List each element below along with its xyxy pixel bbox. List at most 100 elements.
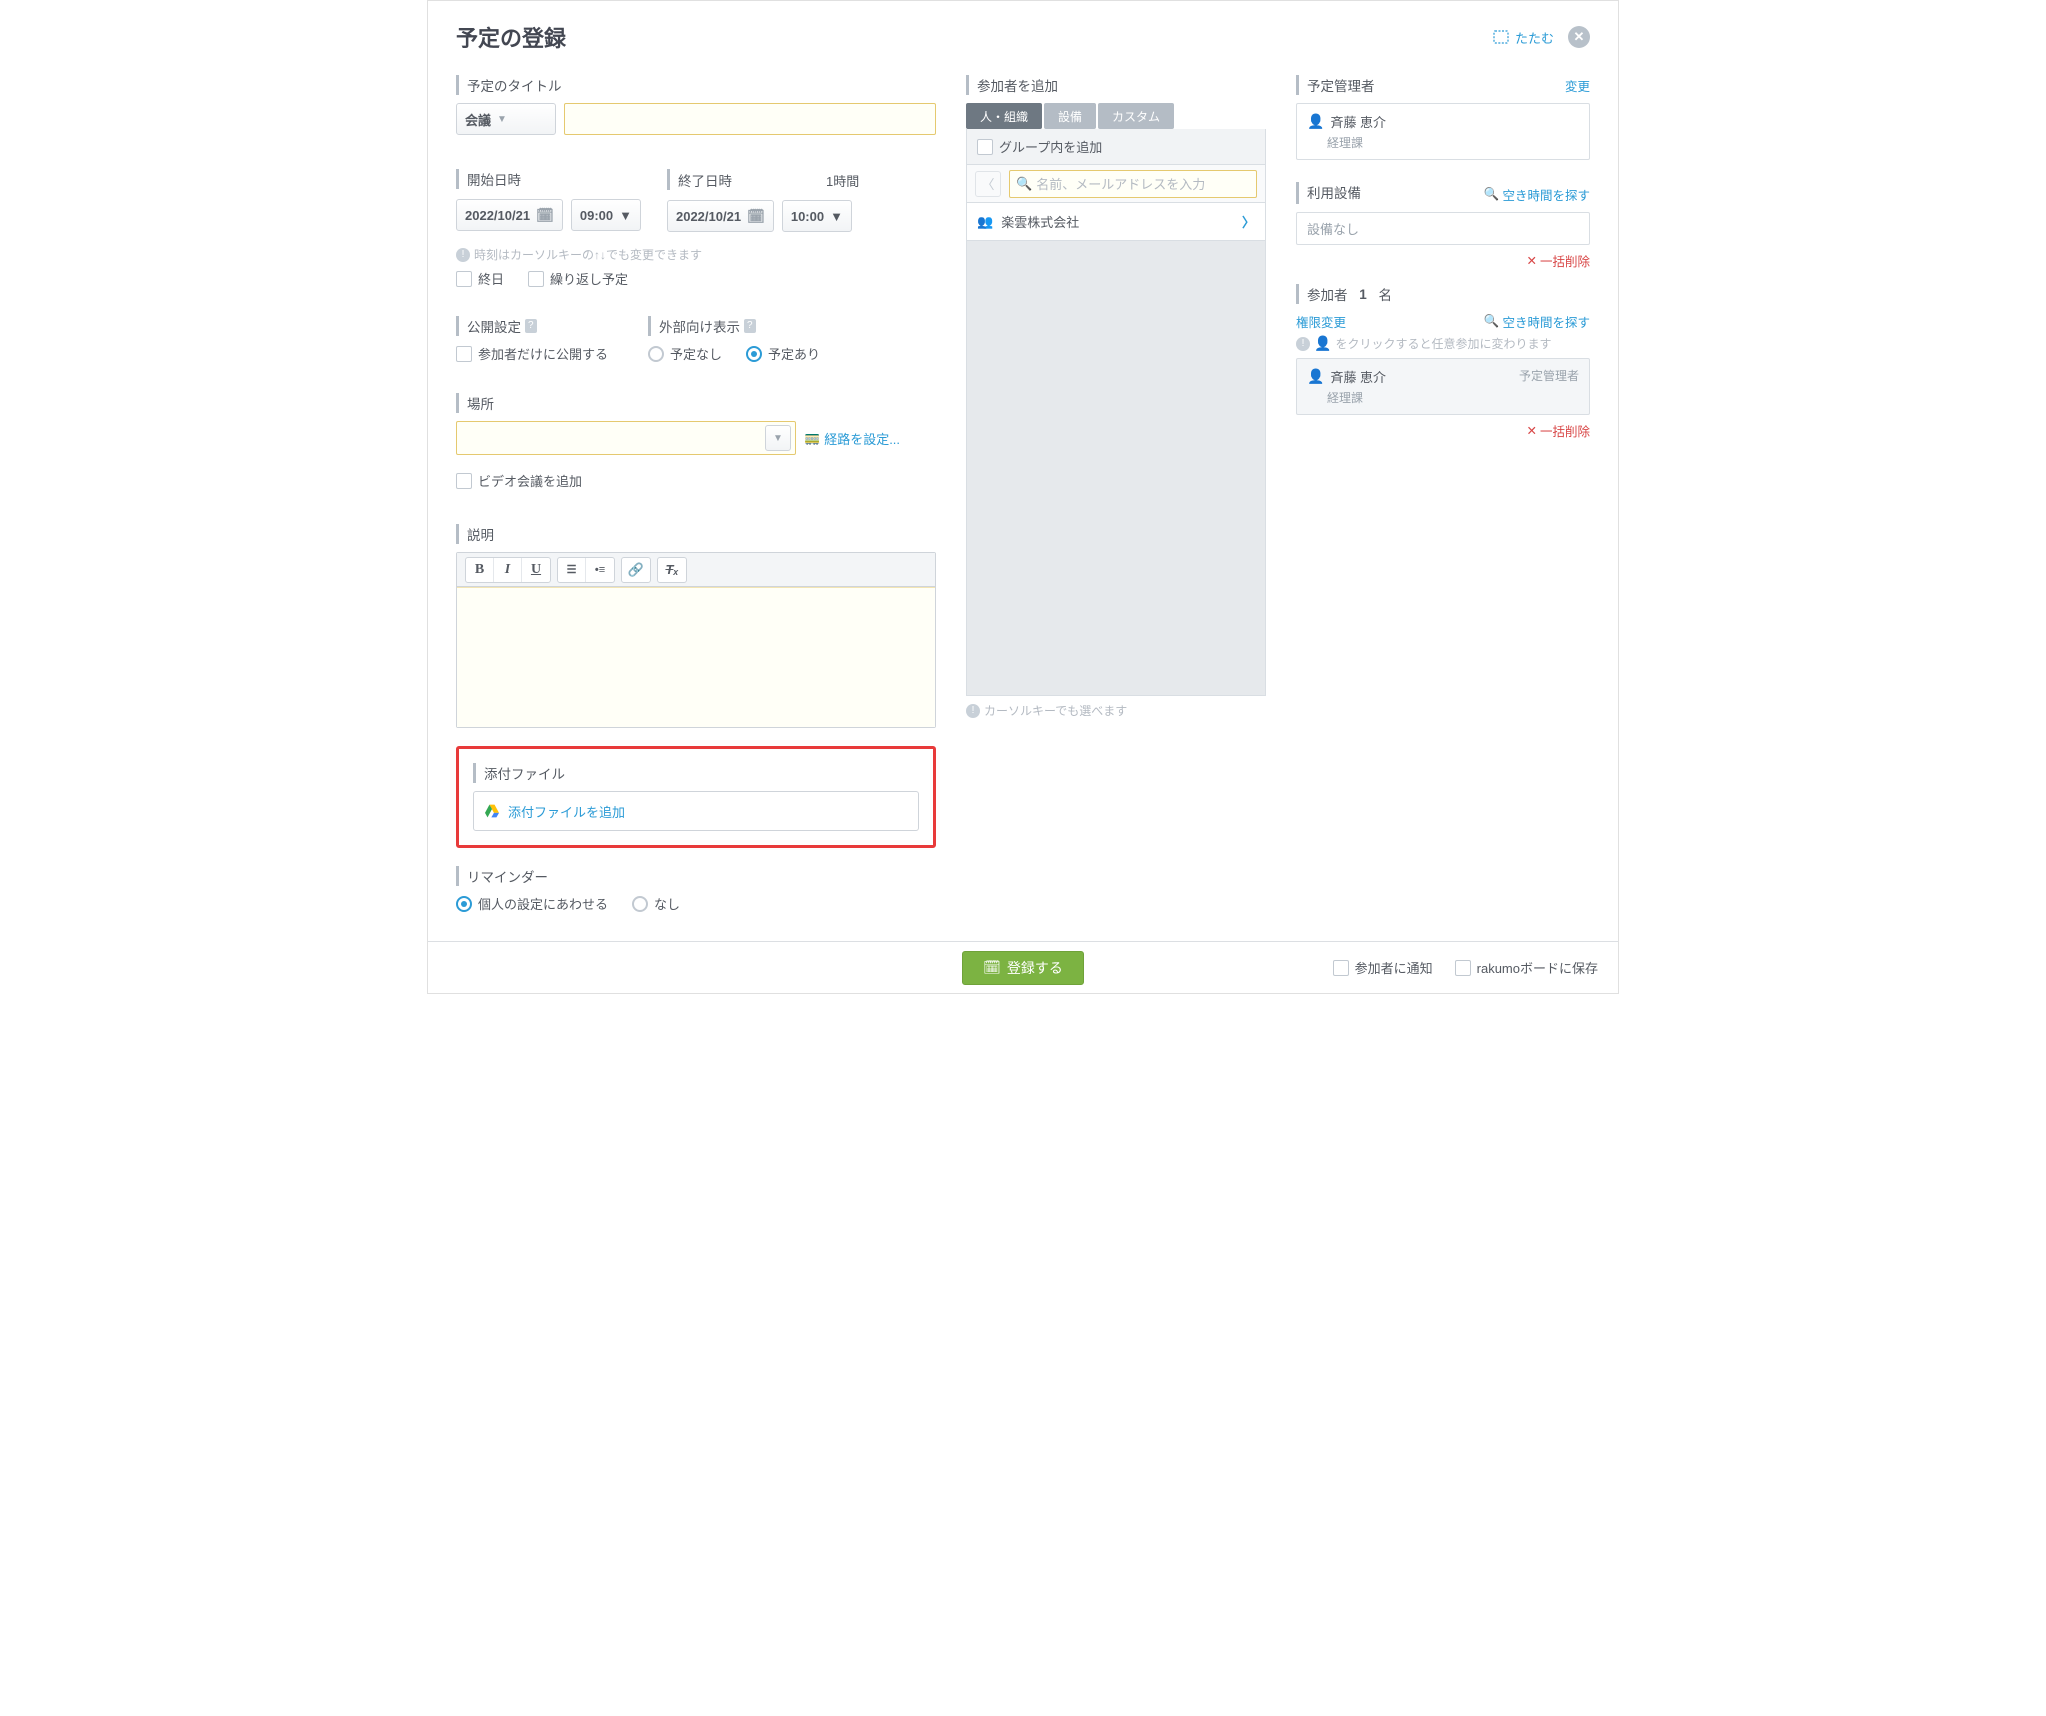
footer: 🗓 登録する 参加者に通知 rakumoボードに保存 <box>428 941 1618 993</box>
reminder-none-radio[interactable]: なし <box>632 894 680 913</box>
datetime-group: 開始日時 2022/10/21 🗓 09:00 ▼ <box>456 169 936 240</box>
find-free-time-link2[interactable]: 🔍空き時間を探す <box>1484 312 1590 331</box>
people-icon: 👥 <box>977 214 993 230</box>
participant-info: ! 👤 をクリックすると任意参加に変わります <box>1296 335 1590 352</box>
help-icon[interactable]: ? <box>744 319 756 333</box>
reminder-personal-radio[interactable]: 個人の設定にあわせる <box>456 894 608 913</box>
add-attachment-button[interactable]: 添付ファイルを追加 <box>473 791 919 831</box>
participant-list-body <box>966 241 1266 696</box>
location-label: 場所 <box>456 393 936 413</box>
end-date-picker[interactable]: 2022/10/21 🗓 <box>667 200 774 232</box>
search-icon: 🔍 <box>1016 176 1032 192</box>
role-label: 予定管理者 <box>1519 367 1579 384</box>
columns: 予定のタイトル 会議 ▼ 開始日時 2022/10/21 <box>456 75 1590 913</box>
column-left: 予定のタイトル 会議 ▼ 開始日時 2022/10/21 <box>456 75 936 913</box>
search-icon: 🔍 <box>1484 187 1500 202</box>
app-window: 予定の登録 たたむ ✕ 予定のタイトル 会議 ▼ <box>427 0 1619 994</box>
search-icon: 🔍 <box>1484 314 1500 329</box>
event-type-select[interactable]: 会議 ▼ <box>456 103 556 135</box>
participant-search-input[interactable]: 🔍 名前、メールアドレスを入力 <box>1009 170 1257 198</box>
start-date-picker[interactable]: 2022/10/21 🗓 <box>456 199 563 231</box>
help-icon[interactable]: ? <box>525 319 537 333</box>
person-icon: 👤 <box>1307 113 1324 130</box>
rte-toolbar: B I U ☰ •≡ 🔗 <box>457 553 935 587</box>
attachment-section-highlight: 添付ファイル 添付ファイルを追加 <box>456 746 936 848</box>
close-button[interactable]: ✕ <box>1568 26 1590 48</box>
collapse-icon <box>1493 30 1509 44</box>
end-time-select[interactable]: 10:00 ▼ <box>782 200 852 232</box>
participant-card: 👤斉藤 恵介 経理課 予定管理者 <box>1296 358 1590 415</box>
end-datetime: 終了日時 1時間 2022/10/21 🗓 10:00 ▼ <box>667 169 859 240</box>
video-meeting-checkbox[interactable]: ビデオ会議を追加 <box>456 471 936 490</box>
start-time-select[interactable]: 09:00 ▼ <box>571 199 641 231</box>
participants-count-label: 参加者 1 名 <box>1296 284 1590 304</box>
close-icon: ✕ <box>1527 253 1537 268</box>
calendar-icon: 🗓 <box>983 959 1001 976</box>
reminder-label: リマインダー <box>456 866 936 886</box>
clear-format-button[interactable]: Tₓ <box>658 558 686 582</box>
external-none-radio[interactable]: 予定なし <box>648 344 722 363</box>
chevron-right-icon: 〉 <box>1242 212 1255 231</box>
main-area: 予定の登録 たたむ ✕ 予定のタイトル 会議 ▼ <box>428 1 1618 941</box>
info-icon: ! <box>1296 337 1310 351</box>
manager-card: 👤斉藤 恵介 経理課 <box>1296 103 1590 160</box>
close-icon: ✕ <box>1527 423 1537 438</box>
column-right: 予定管理者 変更 👤斉藤 恵介 経理課 利用設備 🔍空き時間を探す 設備なし ✕… <box>1296 75 1590 913</box>
link-button[interactable]: 🔗 <box>622 558 650 582</box>
visibility-label: 公開設定 ? <box>456 316 608 336</box>
notify-checkbox[interactable]: 参加者に通知 <box>1333 958 1433 977</box>
start-label: 開始日時 <box>456 169 641 189</box>
no-equipment-text: 設備なし <box>1296 212 1590 245</box>
repeat-checkbox[interactable]: 繰り返し予定 <box>528 269 628 288</box>
end-label: 終了日時 <box>678 170 732 190</box>
location-select[interactable]: ▼ <box>456 421 796 455</box>
allday-checkbox[interactable]: 終日 <box>456 269 504 288</box>
description-section: 説明 B I U ☰ •≡ <box>456 524 936 728</box>
save-board-checkbox[interactable]: rakumoボードに保存 <box>1455 958 1598 977</box>
duration-text: 1時間 <box>826 169 859 190</box>
person-icon: 👤 <box>1307 368 1324 385</box>
add-group-checkbox[interactable]: グループ内を追加 <box>977 137 1102 156</box>
caret-down-icon: ▼ <box>765 425 791 451</box>
attachment-label: 添付ファイル <box>473 763 919 783</box>
start-datetime: 開始日時 2022/10/21 🗓 09:00 ▼ <box>456 169 641 239</box>
info-icon: ! <box>456 248 470 262</box>
italic-button[interactable]: I <box>494 558 522 582</box>
tab-equipment[interactable]: 設備 <box>1044 103 1096 129</box>
external-display-section: 外部向け表示 ? 予定なし 予定あり <box>648 316 820 363</box>
bold-button[interactable]: B <box>466 558 494 582</box>
visibility-section: 公開設定 ? 参加者だけに公開する <box>456 316 608 363</box>
org-row[interactable]: 👥 楽雲株式会社 〉 <box>966 203 1266 241</box>
route-link[interactable]: 🚃 経路を設定... <box>804 429 900 448</box>
header-actions: たたむ ✕ <box>1493 26 1590 48</box>
ordered-list-button[interactable]: ☰ <box>558 558 586 582</box>
page-title: 予定の登録 <box>456 21 566 53</box>
description-input[interactable] <box>457 587 935 727</box>
underline-button[interactable]: U <box>522 558 550 582</box>
participants-only-checkbox[interactable]: 参加者だけに公開する <box>456 344 608 363</box>
find-free-time-link[interactable]: 🔍空き時間を探す <box>1484 185 1590 204</box>
nav-back-button[interactable]: 〈 <box>975 171 1001 197</box>
permission-link[interactable]: 権限変更 <box>1296 312 1346 331</box>
external-has-radio[interactable]: 予定あり <box>746 344 820 363</box>
header: 予定の登録 たたむ ✕ <box>456 21 1590 53</box>
info-icon: ! <box>966 704 980 718</box>
submit-button[interactable]: 🗓 登録する <box>962 951 1084 985</box>
description-label: 説明 <box>456 524 936 544</box>
tab-people[interactable]: 人・組織 <box>966 103 1042 129</box>
keyboard-hint: ! カーソルキーでも選べます <box>966 702 1266 719</box>
unordered-list-button[interactable]: •≡ <box>586 558 614 582</box>
calendar-icon: 🗓 <box>747 208 765 225</box>
event-title-input[interactable] <box>564 103 936 135</box>
caret-down-icon: ▼ <box>497 114 507 125</box>
calendar-icon: 🗓 <box>536 207 554 224</box>
caret-down-icon: ▼ <box>830 209 843 224</box>
collapse-button[interactable]: たたむ <box>1493 28 1554 47</box>
drive-icon <box>484 804 500 818</box>
change-manager-link[interactable]: 変更 <box>1565 76 1590 95</box>
delete-all-participants-link[interactable]: ✕一括削除 <box>1296 421 1590 440</box>
tab-custom[interactable]: カスタム <box>1098 103 1174 129</box>
add-participants-label: 参加者を追加 <box>966 75 1266 95</box>
equipment-label-row: 利用設備 🔍空き時間を探す <box>1296 182 1590 204</box>
delete-all-equipment-link[interactable]: ✕一括削除 <box>1296 251 1590 270</box>
